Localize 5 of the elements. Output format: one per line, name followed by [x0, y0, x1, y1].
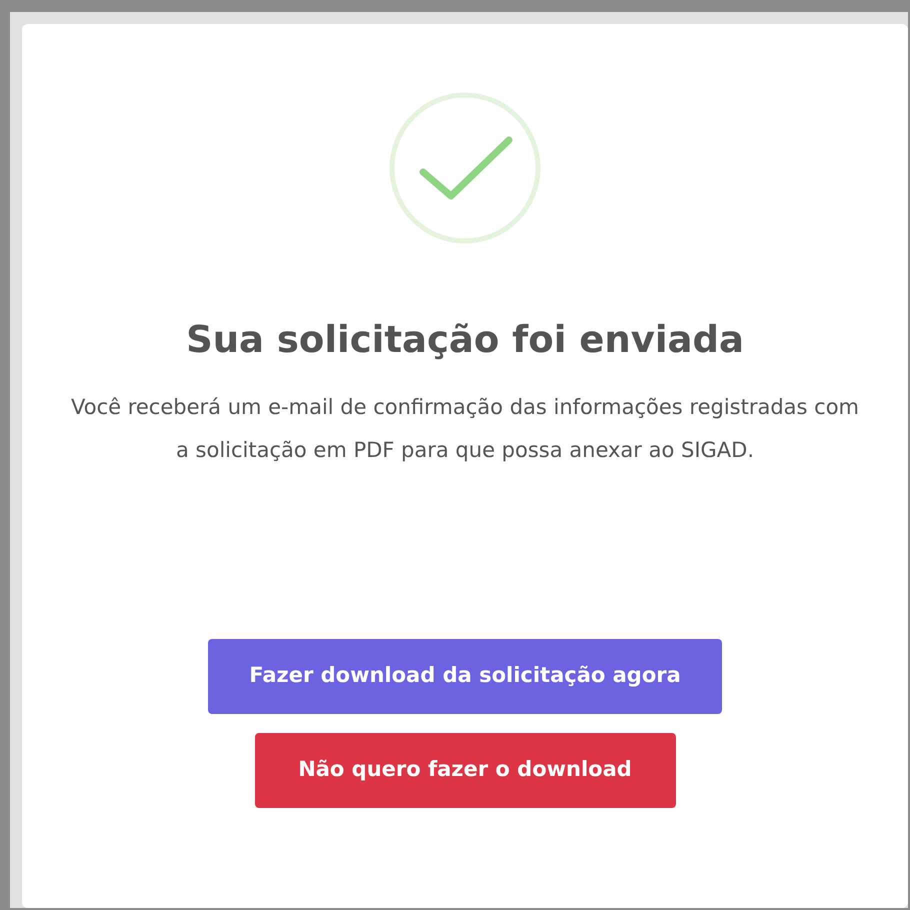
dialog-title: Sua solicitação foi enviada — [186, 317, 744, 363]
dialog-message: Você receberá um e-mail de confirmação das informações registradas com a solicitação em PDF para que possa anexar ao SIGAD. — [70, 394, 860, 464]
download-button[interactable]: Fazer download da solicitação agora — [208, 638, 722, 714]
success-check-icon — [389, 92, 541, 244]
decline-download-button[interactable]: Não quero fazer o download — [254, 732, 676, 808]
